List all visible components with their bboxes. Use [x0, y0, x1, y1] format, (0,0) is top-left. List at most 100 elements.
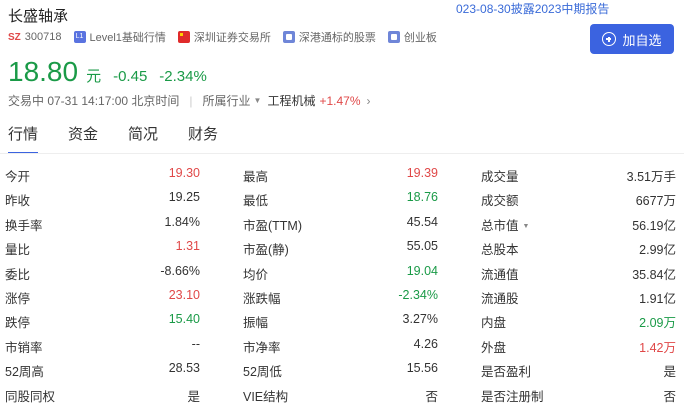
- stats-row: 同股同权 是 VIE结构 否 是否注册制 否: [0, 386, 684, 410]
- stat-value: 45.54: [406, 214, 438, 229]
- stats-row: 今开 19.30 最高 19.39 成交量 3.51万手: [0, 166, 684, 190]
- stat-value: 23.10: [168, 287, 200, 302]
- stat-value: 否: [425, 389, 438, 404]
- market-code: SZ 300718: [8, 31, 62, 43]
- stat-label: 同股同权: [5, 389, 56, 404]
- tab-funds[interactable]: 资金: [68, 124, 98, 154]
- status-row: 交易中 07-31 14:17:00 北京时间 | 所属行业 ▼ 工程机械 +1…: [8, 92, 371, 109]
- stat-label: 涨跌幅: [243, 291, 281, 306]
- stat-value: 是: [663, 365, 676, 380]
- tab-quote[interactable]: 行情: [8, 124, 39, 154]
- stock-meta-row: SZ 300718 L1 Level1基础行情 深圳证券交易所 深港通标的股票 …: [8, 30, 449, 44]
- stat-value: 18.76: [406, 190, 438, 205]
- stat-value: 35.84亿: [632, 267, 676, 282]
- divider: |: [189, 93, 193, 108]
- tag-label: 深圳证券交易所: [193, 32, 271, 44]
- tag-level1[interactable]: L1 Level1基础行情: [73, 29, 166, 45]
- stat-value: 否: [663, 389, 676, 404]
- stat-value: 2.99亿: [639, 243, 676, 258]
- stat-label: 是否盈利: [481, 365, 532, 380]
- add-watchlist-label: 加自选: [622, 32, 662, 48]
- connect-icon: [282, 31, 295, 43]
- board-icon: [387, 31, 400, 43]
- stat-label: 最高: [243, 170, 269, 184]
- stat-value: 6677万: [635, 194, 676, 209]
- stat-label: 成交额: [481, 194, 519, 209]
- tag-board[interactable]: 创业板: [387, 29, 437, 45]
- stat-label: VIE结构: [243, 389, 289, 404]
- stat-value: 3.51万手: [626, 170, 676, 184]
- tag-label: Level1基础行情: [89, 32, 166, 44]
- stat-value: 4.26: [413, 336, 438, 351]
- tag-hk-connect[interactable]: 深港通标的股票: [282, 29, 376, 45]
- stat-label: 市净率: [243, 340, 281, 355]
- stat-label: 委比: [5, 267, 31, 282]
- stat-value: 15.40: [168, 312, 200, 327]
- stat-label: 均价: [243, 267, 269, 282]
- stats-row: 涨停 23.10 涨跌幅 -2.34% 流通股 1.91亿: [0, 288, 684, 312]
- stat-value: -8.66%: [160, 263, 200, 278]
- caret-down-icon[interactable]: ▼: [523, 223, 530, 230]
- report-link[interactable]: 023-08-30披露2023中期报告: [456, 0, 609, 17]
- stat-label: 流通股: [481, 291, 519, 306]
- market-badge: SZ: [8, 31, 21, 43]
- stats-row: 换手率 1.84% 市盈(TTM) 45.54 总市值 ▼ 56.19亿: [0, 215, 684, 239]
- tab-divider: [0, 153, 684, 154]
- stat-label: 外盘: [481, 340, 507, 355]
- price-change: -0.45: [113, 68, 148, 85]
- stat-value: 19.30: [168, 166, 200, 180]
- stock-name: 长盛轴承: [8, 8, 69, 25]
- stat-label: 昨收: [5, 194, 31, 209]
- stat-label: 市盈(静): [243, 243, 289, 258]
- tab-profile[interactable]: 简况: [128, 124, 158, 154]
- stat-label: 流通值: [481, 267, 519, 282]
- stat-value: 3.27%: [402, 312, 438, 327]
- stat-value: 28.53: [168, 361, 200, 376]
- stat-value: 55.05: [406, 239, 438, 254]
- trading-status: 交易中 07-31 14:17:00 北京时间: [8, 94, 180, 108]
- stats-row: 跌停 15.40 振幅 3.27% 内盘 2.09万: [0, 312, 684, 336]
- stat-label: 是否注册制: [481, 389, 544, 404]
- industry-label[interactable]: 所属行业: [203, 92, 251, 109]
- price-change-pct: -2.34%: [159, 68, 207, 85]
- add-watchlist-button[interactable]: 加自选: [590, 24, 674, 54]
- current-price: 18.80: [8, 56, 79, 87]
- plus-circle-icon: [602, 32, 617, 46]
- stat-value: 56.19亿: [632, 218, 676, 233]
- caret-down-icon[interactable]: ▼: [254, 96, 262, 105]
- stat-value: 19.39: [406, 166, 438, 180]
- stat-value: 1.42万: [639, 340, 676, 355]
- stat-label: 涨停: [5, 291, 31, 306]
- stat-label: 最低: [243, 194, 269, 209]
- level1-icon: L1: [73, 31, 86, 43]
- stats-row: 市销率 -- 市净率 4.26 外盘 1.42万: [0, 337, 684, 361]
- stat-label: 52周高: [5, 365, 44, 380]
- stat-label: 总股本: [481, 243, 519, 258]
- stat-label: 内盘: [481, 316, 507, 331]
- industry-change: +1.47%: [319, 93, 361, 108]
- stats-grid: 今开 19.30 最高 19.39 成交量 3.51万手 昨收 19.25 最低…: [0, 166, 684, 410]
- china-flag-icon: [177, 31, 190, 43]
- stat-value: 15.56: [406, 361, 438, 376]
- stat-value: -2.34%: [398, 287, 438, 302]
- stat-label: 换手率: [5, 218, 43, 233]
- stat-value: 19.04: [406, 263, 438, 278]
- tab-finance[interactable]: 财务: [188, 124, 218, 154]
- stat-label: 总市值: [481, 218, 519, 233]
- stat-label: 跌停: [5, 316, 31, 331]
- stat-label-with-caret[interactable]: 总市值 ▼: [481, 215, 529, 234]
- stats-row: 委比 -8.66% 均价 19.04 流通值 35.84亿: [0, 264, 684, 288]
- stat-value: 2.09万: [639, 316, 676, 331]
- stock-code: 300718: [24, 31, 62, 43]
- tag-label: 深港通标的股票: [298, 32, 376, 44]
- stat-label: 52周低: [243, 365, 282, 380]
- stat-value: 1.84%: [164, 214, 200, 229]
- stat-label: 成交量: [481, 170, 519, 184]
- stat-label: 市盈(TTM): [243, 218, 303, 233]
- stat-value: 19.25: [168, 190, 200, 205]
- chevron-right-icon[interactable]: ›: [367, 94, 371, 108]
- stats-row: 量比 1.31 市盈(静) 55.05 总股本 2.99亿: [0, 239, 684, 263]
- tag-exchange[interactable]: 深圳证券交易所: [177, 29, 271, 45]
- industry-name[interactable]: 工程机械: [267, 92, 315, 109]
- stat-value: --: [191, 336, 200, 351]
